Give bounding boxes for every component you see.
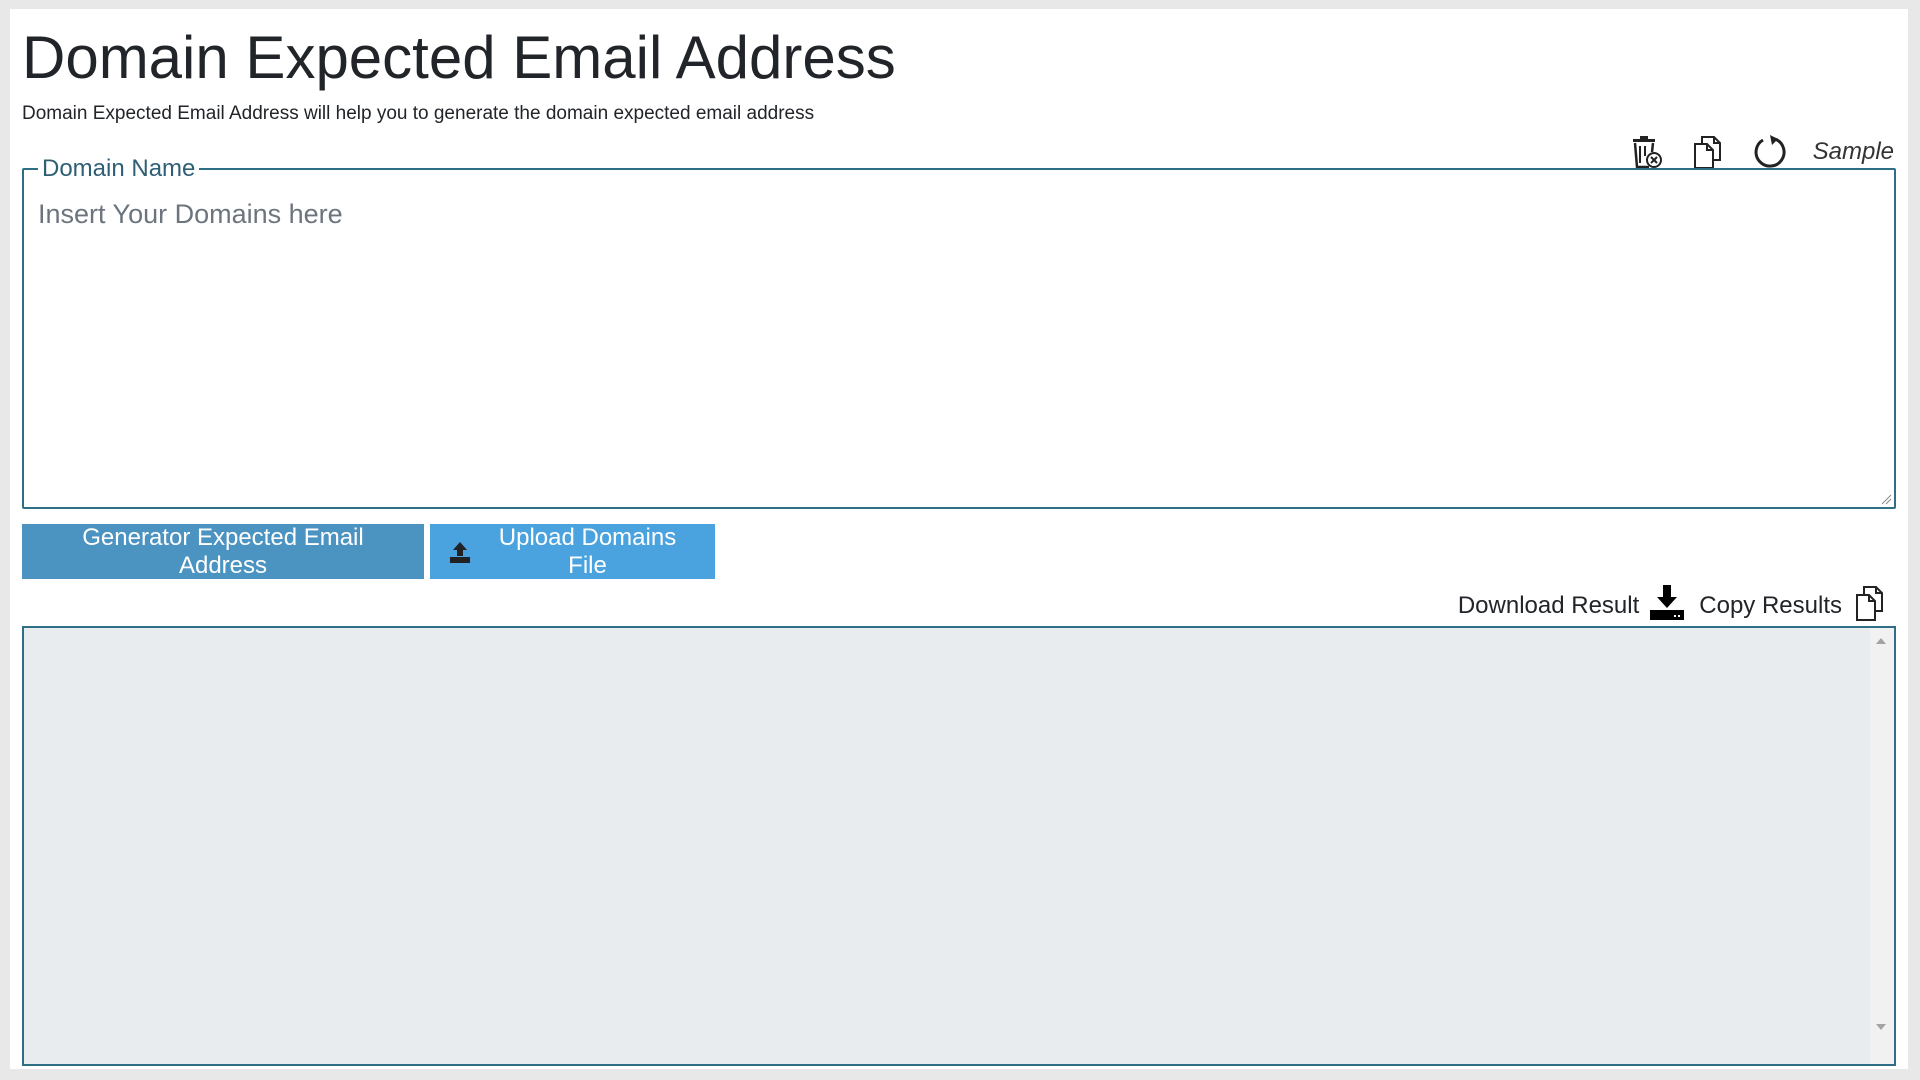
scroll-up-icon[interactable] <box>1876 638 1886 644</box>
result-output[interactable] <box>22 626 1896 1066</box>
domain-input[interactable] <box>24 181 1894 507</box>
copy-results-label[interactable]: Copy Results <box>1699 592 1842 620</box>
generate-button-label: Generator Expected Email Address <box>82 523 364 579</box>
download-button[interactable] <box>1649 584 1685 629</box>
domain-fieldset: Domain Name <box>22 157 1896 509</box>
action-buttons: Generator Expected Email Address Upload … <box>22 524 715 579</box>
copy-icon <box>1852 584 1888 629</box>
download-icon <box>1649 584 1685 629</box>
copy-results-button[interactable] <box>1852 584 1888 629</box>
upload-button[interactable]: Upload Domains File <box>430 524 715 579</box>
page-subtitle: Domain Expected Email Address will help … <box>22 103 815 124</box>
domain-legend: Domain Name <box>42 155 196 182</box>
page-title: Domain Expected Email Address <box>22 24 896 91</box>
main-card: Domain Expected Email Address Domain Exp… <box>10 9 1908 1069</box>
scroll-down-icon[interactable] <box>1876 1024 1886 1030</box>
upload-icon <box>448 540 472 564</box>
download-result-label[interactable]: Download Result <box>1458 592 1639 620</box>
result-toolbar: Download Result Copy Results <box>1458 581 1896 631</box>
upload-button-label: Upload Domains File <box>498 523 677 579</box>
generate-button[interactable]: Generator Expected Email Address <box>22 524 424 579</box>
result-scrollbar[interactable] <box>1870 628 1894 1064</box>
resize-grip-icon[interactable] <box>1880 493 1892 505</box>
